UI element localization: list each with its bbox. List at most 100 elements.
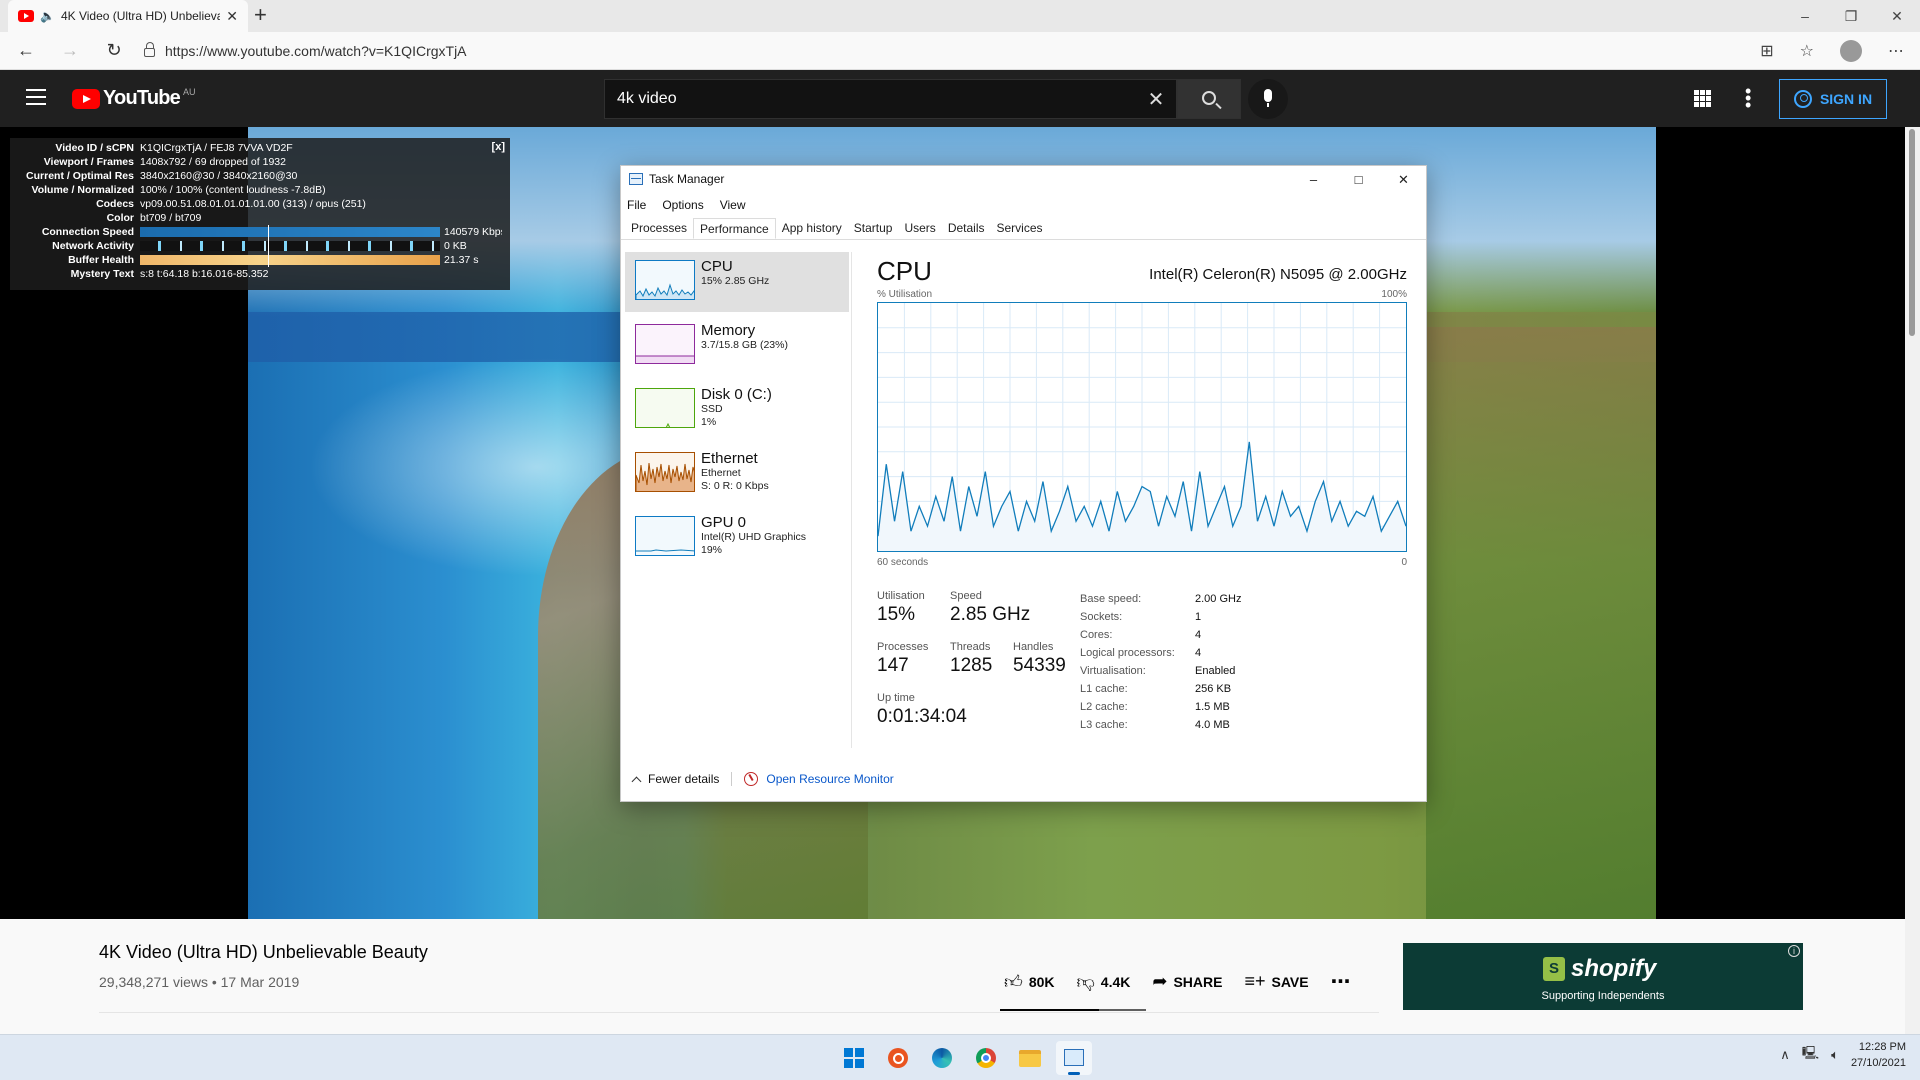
- speed-value: 2.85 GHz: [950, 604, 1031, 625]
- resource-monitor-icon[interactable]: [744, 772, 759, 786]
- tab-performance[interactable]: Performance: [693, 218, 776, 239]
- stat-row: Video ID / sCPN K1QICrgxTjA / FEJ8 7VVA V…: [55, 142, 293, 154]
- like-ratio-fill: [1000, 1009, 1100, 1011]
- stat-row-connection: Connection Speed 140579 Kbps: [41, 225, 502, 239]
- tab-details[interactable]: Details: [942, 218, 991, 239]
- collections-icon[interactable]: ⊞: [1760, 41, 1773, 61]
- spec-value: 1: [1195, 611, 1202, 623]
- stats-rows: Video ID / sCPN K1QICrgxTjA / FEJ8 7VVA V…: [18, 141, 502, 225]
- sign-in-label: SIGN IN: [1819, 91, 1873, 107]
- taskbar-file-explorer[interactable]: [1012, 1041, 1048, 1075]
- sidebar-item-disk[interactable]: Disk 0 (C:) SSD 1%: [625, 380, 849, 440]
- processes-value: 147: [877, 655, 909, 676]
- minimize-icon[interactable]: –: [1782, 0, 1828, 32]
- save-button[interactable]: ≡+ SAVE: [1244, 971, 1308, 992]
- tab-services[interactable]: Services: [991, 218, 1049, 239]
- start-button[interactable]: [836, 1041, 872, 1075]
- url-text[interactable]: https://www.youtube.com/watch?v=K1QICrgx…: [165, 43, 467, 59]
- handles-value: 54339: [1013, 655, 1066, 676]
- spec-row: Sockets: 1: [1080, 608, 1241, 626]
- sidebar-item-ethernet[interactable]: Ethernet Ethernet S: 0 R: 0 Kbps: [625, 444, 849, 504]
- cpu-utilisation-graph: [877, 302, 1407, 552]
- search-box: ✕: [604, 79, 1177, 119]
- sidebar-item-cpu[interactable]: CPU 15% 2.85 GHz: [625, 252, 849, 312]
- open-resource-monitor-link[interactable]: Open Resource Monitor: [766, 772, 893, 786]
- search-button[interactable]: [1177, 79, 1241, 119]
- window-controls: – ❐ ✕: [1782, 0, 1920, 32]
- shopify-ad-banner[interactable]: shopify Supporting Independents i: [1403, 943, 1803, 1010]
- menu-file[interactable]: File: [627, 198, 646, 212]
- tab-startup[interactable]: Startup: [848, 218, 899, 239]
- browser-toolbar: ← → ↻ https://www.youtube.com/watch?v=K1…: [0, 32, 1920, 70]
- network-icon[interactable]: 🖳︎: [1802, 1044, 1819, 1066]
- save-label: SAVE: [1271, 973, 1309, 990]
- taskbar-chrome[interactable]: [968, 1041, 1004, 1075]
- back-arrow-icon[interactable]: ←: [8, 40, 44, 61]
- chevron-up-icon[interactable]: [631, 776, 642, 786]
- voice-search-button[interactable]: [1248, 79, 1288, 119]
- maximize-icon[interactable]: □: [1336, 166, 1381, 194]
- dislike-button[interactable]: 👎︎ 4.4K: [1077, 971, 1131, 993]
- processes-label: Processes: [877, 641, 929, 653]
- more-menu-icon[interactable]: ⋯: [1888, 41, 1904, 61]
- forward-arrow-icon[interactable]: →: [52, 40, 88, 61]
- more-actions-icon[interactable]: ⋯: [1331, 969, 1352, 994]
- sign-in-button[interactable]: SIGN IN: [1779, 79, 1887, 119]
- hamburger-menu-icon[interactable]: [26, 89, 46, 105]
- close-tab-icon[interactable]: ✕: [226, 8, 238, 25]
- menu-bar: File Options View: [627, 198, 746, 212]
- spec-value: 4: [1195, 647, 1202, 659]
- tab-processes[interactable]: Processes: [625, 218, 693, 239]
- address-bar[interactable]: https://www.youtube.com/watch?v=K1QICrgx…: [144, 37, 1724, 65]
- search-input[interactable]: [605, 90, 1136, 108]
- windows-taskbar: ∧ 🖳︎ 🔈︎ 12:28 PM 27/10/2021: [0, 1034, 1920, 1080]
- spec-key: L3 cache:: [1080, 719, 1128, 731]
- volume-icon[interactable]: 🔈︎: [1831, 1047, 1839, 1063]
- chevron-up-tray-icon[interactable]: ∧: [1780, 1047, 1790, 1063]
- spec-key: L2 cache:: [1080, 701, 1128, 713]
- stat-row-buffer: Buffer Health 21.37 s: [68, 253, 479, 267]
- speaker-icon[interactable]: 🔈: [40, 9, 55, 23]
- favorites-icon[interactable]: ☆: [1800, 41, 1814, 61]
- cpu-detail-pane: CPU Intel(R) Celeron(R) N5095 @ 2.00GHz …: [877, 256, 1407, 740]
- browser-tab[interactable]: 🔈 4K Video (Ultra HD) Unbelievable Beaut…: [8, 0, 248, 32]
- spec-value: 2.00 GHz: [1195, 593, 1242, 605]
- refresh-icon[interactable]: ↻: [96, 40, 132, 61]
- tab-app-history[interactable]: App history: [776, 218, 848, 239]
- new-tab-icon[interactable]: +: [254, 4, 267, 26]
- fewer-details-link[interactable]: Fewer details: [648, 772, 719, 786]
- share-button[interactable]: ➦ SHARE: [1152, 971, 1222, 992]
- stats-close-button[interactable]: [x]: [492, 141, 505, 153]
- apps-grid-icon[interactable]: [1694, 90, 1711, 107]
- scrollbar-thumb[interactable]: [1909, 129, 1915, 336]
- window-title: Task Manager: [649, 172, 725, 186]
- taskbar-edge[interactable]: [924, 1041, 960, 1075]
- sidebar-item-memory[interactable]: Memory 3.7/15.8 GB (23%): [625, 316, 849, 376]
- close-icon[interactable]: ✕: [1381, 166, 1426, 194]
- minimize-icon[interactable]: –: [1291, 166, 1336, 194]
- sidebar-item-gpu[interactable]: GPU 0 Intel(R) UHD Graphics 19%: [625, 508, 849, 568]
- clear-search-icon[interactable]: ✕: [1136, 87, 1176, 112]
- lock-icon[interactable]: [144, 42, 155, 57]
- menu-view[interactable]: View: [720, 198, 746, 212]
- spec-row: L3 cache: 4.0 MB: [1080, 716, 1241, 734]
- stat-row: Color bt709 / bt709: [106, 212, 202, 224]
- taskbar-ubuntu[interactable]: [880, 1041, 916, 1075]
- tab-users[interactable]: Users: [898, 218, 941, 239]
- ad-info-icon[interactable]: i: [1788, 945, 1800, 957]
- like-button[interactable]: 👍︎ 80K: [1004, 971, 1055, 993]
- search-icon: [1202, 91, 1216, 105]
- close-window-icon[interactable]: ✕: [1874, 0, 1920, 32]
- stat-row-network: Network Activity 0 KB: [52, 239, 467, 253]
- taskbar-task-manager[interactable]: [1056, 1041, 1092, 1075]
- page-scrollbar[interactable]: [1905, 127, 1920, 1034]
- clock[interactable]: 12:28 PM 27/10/2021: [1851, 1039, 1906, 1071]
- restore-icon[interactable]: ❐: [1828, 0, 1874, 32]
- profile-avatar-icon[interactable]: [1840, 40, 1862, 62]
- settings-dots-icon[interactable]: • • •: [1745, 82, 1751, 114]
- microphone-icon: [1264, 89, 1272, 107]
- tab-title: 4K Video (Ultra HD) Unbelievable Beauty: [60, 9, 221, 23]
- video-vegetation: [1426, 327, 1656, 919]
- menu-options[interactable]: Options: [662, 198, 703, 212]
- youtube-logo[interactable]: YouTube AU: [72, 87, 196, 110]
